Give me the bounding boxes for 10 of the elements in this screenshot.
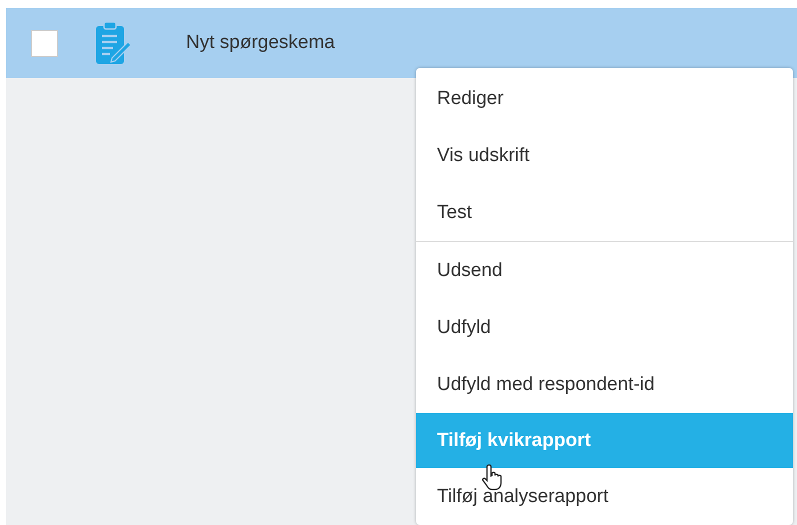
- menu-item[interactable]: Udfyld med respondent-id: [416, 356, 793, 413]
- menu-item[interactable]: Udfyld: [416, 299, 793, 356]
- menu-item[interactable]: Vis udskrift: [416, 127, 793, 184]
- menu-item[interactable]: Test: [416, 184, 793, 241]
- menu-item[interactable]: Tilføj analyserapport: [416, 468, 793, 525]
- list-row[interactable]: Nyt spørgeskema: [6, 8, 797, 78]
- questionnaire-title: Nyt spørgeskema: [186, 32, 335, 54]
- checkbox[interactable]: [31, 30, 58, 56]
- clipboard-icon: [95, 21, 131, 65]
- menu-item[interactable]: Udsend: [416, 242, 793, 299]
